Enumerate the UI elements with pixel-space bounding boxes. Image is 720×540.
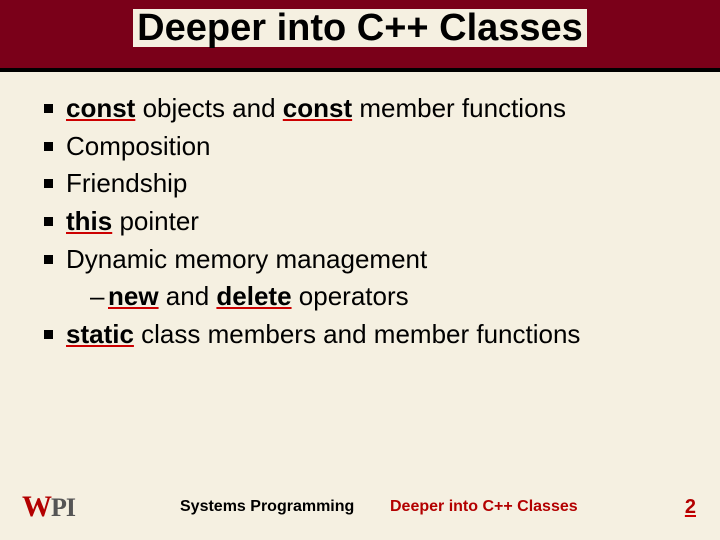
- bullet-text: operators: [292, 281, 409, 311]
- keyword-static: static: [66, 319, 134, 349]
- bullet-text: member functions: [352, 93, 566, 123]
- slide-title: Deeper into C++ Classes: [133, 9, 587, 47]
- logo-letter-p: P: [51, 493, 66, 523]
- footer-course: Systems Programming: [180, 498, 354, 516]
- keyword-new: new: [108, 281, 159, 311]
- dash-icon: –: [90, 278, 108, 316]
- bullet-item: Composition: [40, 128, 690, 166]
- bullet-text: class members and member functions: [134, 319, 581, 349]
- bullet-text: and: [159, 281, 217, 311]
- sub-bullet-item: –new and delete operators: [90, 278, 690, 316]
- wpi-logo: WPI: [22, 490, 75, 524]
- bullet-item: this pointer: [40, 203, 690, 241]
- bullet-item: const objects and const member functions: [40, 90, 690, 128]
- logo-letter-w: W: [22, 490, 51, 524]
- bullet-item: static class members and member function…: [40, 316, 690, 354]
- sub-list: –new and delete operators: [66, 278, 690, 316]
- keyword-this: this: [66, 206, 112, 236]
- logo-letter-i: I: [66, 493, 75, 523]
- footer: WPI Systems Programming Deeper into C++ …: [0, 490, 720, 524]
- keyword-const: const: [283, 93, 352, 123]
- bullet-item: Dynamic memory management –new and delet…: [40, 241, 690, 316]
- keyword-const: const: [66, 93, 135, 123]
- bullet-list: const objects and const member functions…: [40, 90, 690, 354]
- bullet-item: Friendship: [40, 165, 690, 203]
- page-number: 2: [685, 496, 696, 519]
- keyword-delete: delete: [216, 281, 291, 311]
- content-area: const objects and const member functions…: [0, 72, 720, 354]
- bullet-text: Friendship: [66, 168, 187, 198]
- bullet-text: objects and: [135, 93, 282, 123]
- bullet-text: Composition: [66, 131, 211, 161]
- title-band: Deeper into C++ Classes: [0, 0, 720, 72]
- bullet-text: pointer: [112, 206, 199, 236]
- bullet-text: Dynamic memory management: [66, 244, 427, 274]
- footer-topic: Deeper into C++ Classes: [390, 498, 578, 516]
